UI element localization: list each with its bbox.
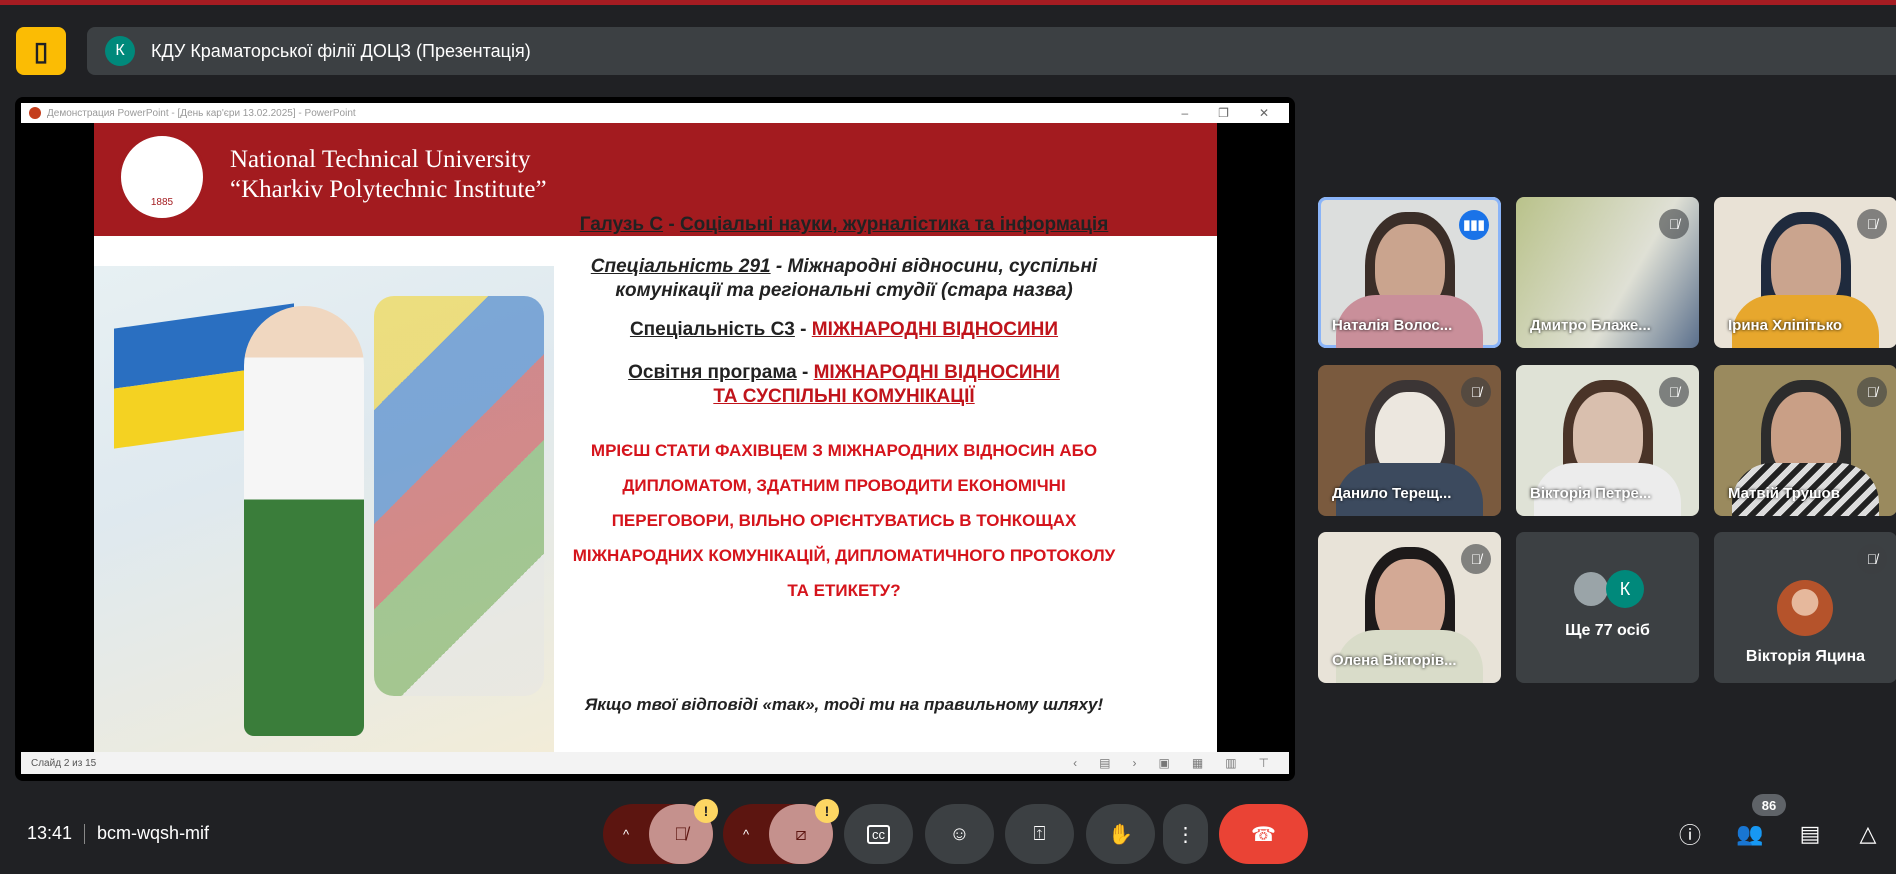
mic-off-icon: 🎙̸ [1857,377,1887,407]
slideshow-icon[interactable]: ⊤ [1259,756,1269,770]
old-specialty-line: Спеціальність 291 - Міжнародні відносини… [590,256,1098,301]
camera-off-icon: ⧄ [795,823,807,844]
participant-tile[interactable]: 🎙̸ Ірина Хліпітько [1714,197,1896,348]
present-screen-icon: ⍐ [1033,822,1046,845]
minimize-icon[interactable]: – [1181,106,1188,120]
specialty-line: Спеціальність С3 - МІЖНАРОДНІ ВІДНОСИНИ [629,319,1059,340]
participant-count-badge: 86 [1752,794,1786,816]
program-line: Освітня програма - МІЖНАРОДНІ ВІДНОСИНИ … [628,362,1060,407]
people-button[interactable]: 👥 [1734,818,1766,850]
university-seal: 1885 [118,133,206,221]
captions-button[interactable]: cc [844,804,913,864]
prev-slide-icon[interactable]: ‹ [1073,756,1077,770]
participant-tile[interactable]: ▮▮▮ Наталія Волос... [1318,197,1501,348]
present-button[interactable]: ⍐ [1005,804,1074,864]
phone-hangup-icon: ☎ [1251,823,1276,846]
meeting-info: 13:41 bcm-wqsh-mif [27,823,209,844]
participant-tile[interactable]: 🎙̸ Вікторія Петре... [1516,365,1699,516]
more-participants-tile[interactable]: К Ще 77 осіб [1516,532,1699,683]
raise-hand-button[interactable]: ✋ [1086,804,1155,864]
more-options-button[interactable]: ⋮ [1163,804,1208,864]
top-accent-bar [0,0,1896,5]
close-icon[interactable]: ✕ [1259,106,1269,120]
chat-button[interactable]: ▤ [1794,818,1826,850]
sorter-view-icon[interactable]: ▦ [1192,756,1203,770]
ppt-window-title: Демонстрация PowerPoint - [День кар'єри … [47,107,356,119]
mic-off-icon: 🎙̸ [1857,544,1887,574]
more-vert-icon: ⋮ [1175,823,1196,846]
camera-options-button[interactable]: ^ [723,804,769,864]
next-slide-icon[interactable]: › [1133,756,1137,770]
field-line: Галузь С - Соціальні науки, журналістика… [579,214,1109,235]
camera-warning-icon: ! [815,799,839,823]
restore-icon[interactable]: ❐ [1218,106,1229,120]
mic-off-icon: 🎙̸ [1461,377,1491,407]
people-icon: 👥 [1736,821,1764,846]
ppt-statusbar: Слайд 2 из 15 ‹ ▤ › ▣ ▦ ▥ ⊤ [21,752,1289,774]
participant-tile[interactable]: 🎙̸ Данило Терещ... [1318,365,1501,516]
mic-off-icon: 🎙̸ [1659,209,1689,239]
slide-question: МРІЄШ СТАТИ ФАХІВЦЕМ З МІЖНАРОДНИХ ВІДНО… [572,441,1116,600]
meeting-code: bcm-wqsh-mif [97,823,210,843]
clock: 13:41 [27,823,73,843]
reactions-button[interactable]: ☺ [925,804,994,864]
hand-icon: ✋ [1108,823,1133,846]
ppt-window-titlebar: Демонстрация PowerPoint - [День кар'єри … [21,103,1289,123]
participant-tile[interactable]: 🎙̸ Олена Вікторів... [1318,532,1501,683]
participant-avatar [1777,580,1833,636]
slide: 1885 National Technical University “Khark… [94,123,1217,752]
participant-tile[interactable]: 🎙̸ Вікторія Яцина [1714,532,1896,683]
meeting-details-button[interactable]: ⓘ [1674,818,1706,850]
participant-tile[interactable]: 🎙̸ Матвій Трушов [1714,365,1896,516]
participant-tile[interactable]: 🎙̸ Дмитро Блаже... [1516,197,1699,348]
mic-off-icon: 🎙̸ [1857,209,1887,239]
door-exit-icon[interactable]: ▯ [16,27,66,75]
slide-counter: Слайд 2 из 15 [31,757,97,769]
meeting-title: КДУ Краматорської філії ДОЦЗ (Презентаці… [151,40,531,61]
mic-off-icon: 🎙̸ [674,823,688,844]
meeting-title-bar[interactable]: К КДУ Краматорської філії ДОЦЗ (Презента… [87,27,1896,75]
mic-warning-icon: ! [694,799,718,823]
info-icon: ⓘ [1678,823,1701,848]
reading-view-icon[interactable]: ▥ [1225,756,1236,770]
normal-view-icon[interactable]: ▣ [1159,756,1170,770]
chat-icon: ▤ [1799,821,1821,846]
presenter-avatar: К [105,36,135,66]
mic-options-button[interactable]: ^ [603,804,649,864]
menu-icon[interactable]: ▤ [1099,756,1110,770]
participant-avatar: К [1606,570,1644,608]
emoji-icon: ☺ [949,822,970,845]
powerpoint-icon [29,107,41,119]
captions-icon: cc [867,824,890,844]
mic-off-icon: 🎙̸ [1659,377,1689,407]
activities-button[interactable]: △ [1852,818,1884,850]
mic-off-icon: 🎙̸ [1461,544,1491,574]
speaking-indicator-icon: ▮▮▮ [1459,210,1489,240]
activities-icon: △ [1859,821,1877,846]
leave-call-button[interactable]: ☎ [1219,804,1308,864]
university-name: National Technical University “Kharkiv Po… [230,146,547,203]
participant-avatar [1574,572,1608,606]
slide-closing: Якщо твої відповіді «так», тоді ти на пр… [584,695,1104,714]
